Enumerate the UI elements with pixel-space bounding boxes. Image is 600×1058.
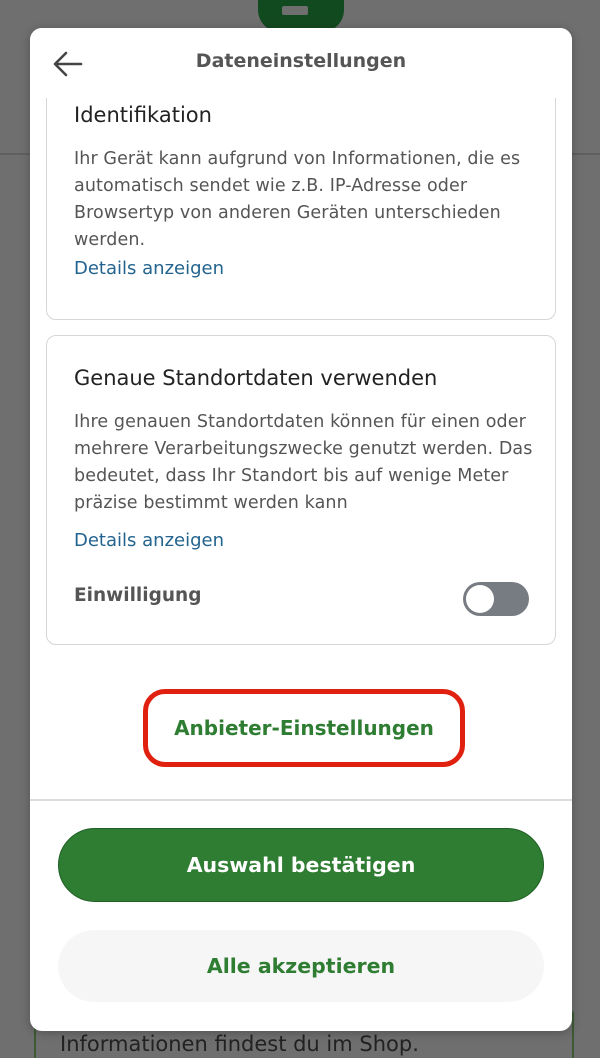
details-link[interactable]: Details anzeigen	[74, 530, 224, 551]
footer-divider	[30, 799, 572, 801]
purpose-title: Genaue Standortdaten verwenden	[74, 366, 438, 390]
purpose-description: Ihre genauen Standortdaten können für ei…	[74, 412, 533, 513]
purpose-title: Identifikation	[74, 103, 212, 127]
purpose-card-precise-location: Genaue Standortdaten verwenden Ihre gena…	[46, 335, 556, 645]
purpose-description: Ihr Gerät kann aufgrund von Informatione…	[74, 149, 521, 250]
vendor-settings-button[interactable]: Anbieter-Einstellungen	[148, 694, 460, 762]
consent-toggle[interactable]	[463, 582, 529, 616]
consent-label: Einwilligung	[74, 585, 202, 606]
purpose-card-identification: Identifikation Ihr Gerät kann aufgrund v…	[46, 98, 556, 320]
toggle-knob	[466, 585, 494, 613]
accept-all-button[interactable]: Alle akzeptieren	[58, 930, 544, 1002]
confirm-selection-button[interactable]: Auswahl bestätigen	[58, 828, 544, 902]
highlight-outline: Anbieter-Einstellungen	[143, 689, 465, 767]
background-text: Informationen findest du im Shop.	[60, 1032, 419, 1056]
details-link[interactable]: Details anzeigen	[74, 258, 224, 279]
data-settings-modal: Dateneinstellungen Identifikation Ihr Ge…	[30, 28, 572, 1031]
modal-title: Dateneinstellungen	[195, 50, 407, 72]
modal-header: Dateneinstellungen	[30, 28, 572, 98]
